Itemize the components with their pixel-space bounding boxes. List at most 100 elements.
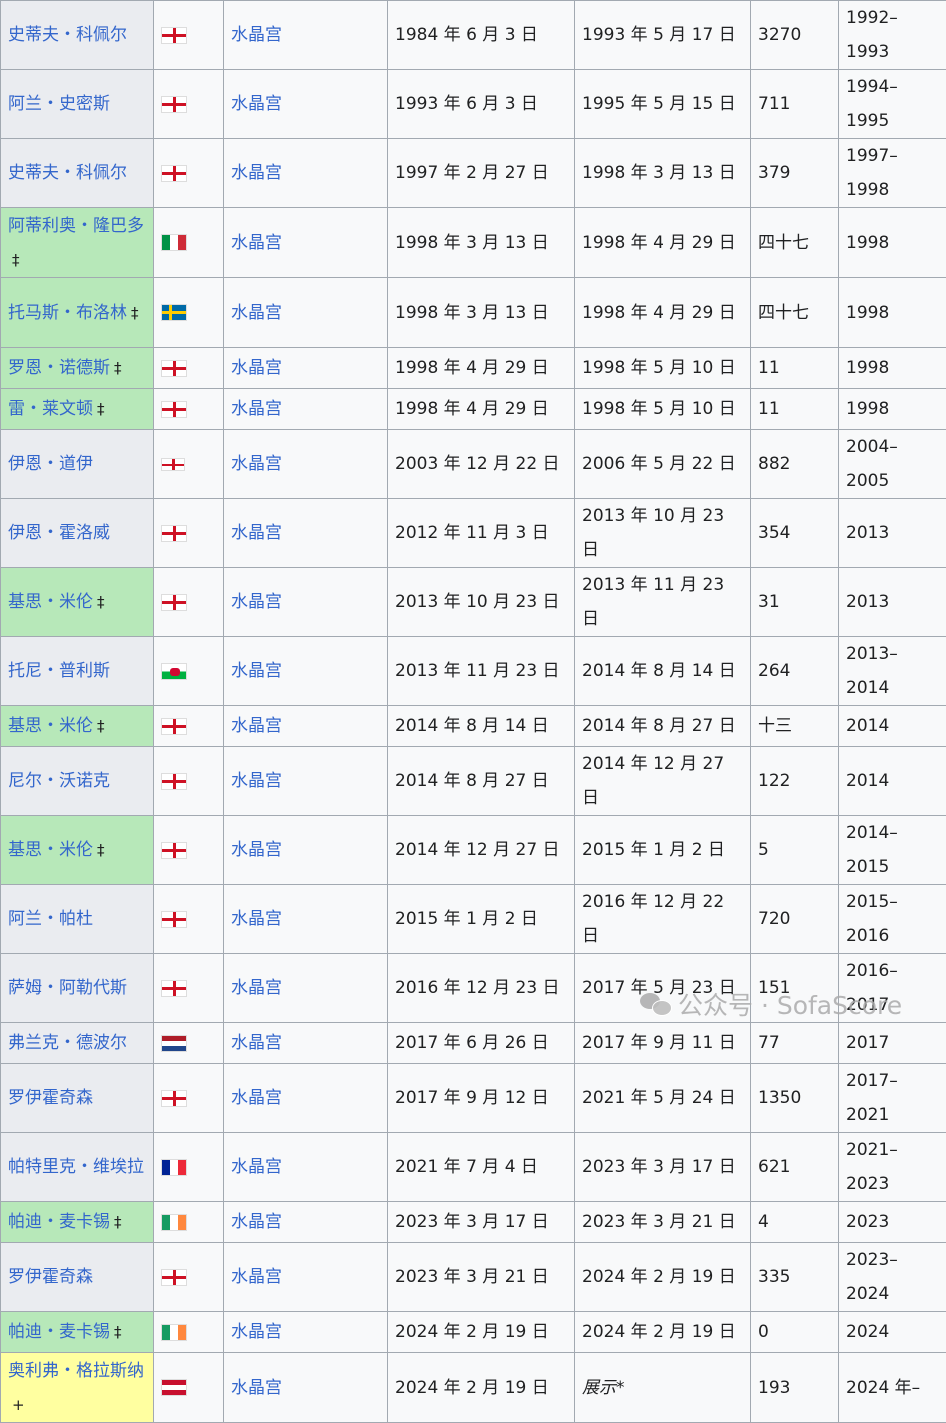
manager-link[interactable]: 阿蒂利奥・隆巴多	[8, 216, 144, 236]
manager-link[interactable]: 萨姆・阿勒代斯	[8, 978, 127, 998]
club-link[interactable]: 水晶宫	[231, 1088, 282, 1108]
club-link[interactable]: 水晶宫	[231, 94, 282, 114]
nationality-cell	[154, 1243, 224, 1312]
club-link[interactable]: 水晶宫	[231, 840, 282, 860]
nationality-cell	[154, 706, 224, 747]
club-link[interactable]: 水晶宫	[231, 1212, 282, 1232]
manager-link[interactable]: 帕特里克・维埃拉	[8, 1157, 144, 1177]
manager-link[interactable]: 雷・莱文顿	[8, 399, 93, 419]
nationality-cell	[154, 568, 224, 637]
manager-link[interactable]: 托马斯・布洛林	[8, 303, 127, 323]
club-cell: 水晶宫	[224, 139, 388, 208]
club-cell: 水晶宫	[224, 1202, 388, 1243]
club-link[interactable]: 水晶宫	[231, 1267, 282, 1287]
club-link[interactable]: 水晶宫	[231, 454, 282, 474]
club-link[interactable]: 水晶宫	[231, 163, 282, 183]
club-link[interactable]: 水晶宫	[231, 399, 282, 419]
manager-name-cell: 尼尔・沃诺克	[1, 747, 154, 816]
club-link[interactable]: 水晶宫	[231, 771, 282, 791]
nationality-cell	[154, 1133, 224, 1202]
club-cell: 水晶宫	[224, 389, 388, 430]
end-date-cell: 2006 年 5 月 22 日	[575, 430, 751, 499]
club-link[interactable]: 水晶宫	[231, 25, 282, 45]
seasons-cell: 1998	[839, 278, 946, 348]
nationality-cell	[154, 430, 224, 499]
seasons-cell: 1997–1998	[839, 139, 946, 208]
manager-link[interactable]: 罗伊霍奇森	[8, 1267, 93, 1287]
manager-link[interactable]: 史蒂夫・科佩尔	[8, 163, 127, 183]
end-date-cell: 1995 年 5 月 15 日	[575, 70, 751, 139]
table-row: 罗伊霍奇森水晶宫2017 年 9 月 12 日2021 年 5 月 24 日13…	[1, 1064, 946, 1133]
nationality-cell	[154, 816, 224, 885]
start-date-cell: 2023 年 3 月 17 日	[388, 1202, 575, 1243]
club-link[interactable]: 水晶宫	[231, 523, 282, 543]
manager-link[interactable]: 伊恩・霍洛威	[8, 523, 110, 543]
club-link[interactable]: 水晶宫	[231, 716, 282, 736]
end-date-cell: 1993 年 5 月 17 日	[575, 1, 751, 70]
manager-link[interactable]: 基思・米伦	[8, 840, 93, 860]
manager-name-cell: 帕特里克・维埃拉	[1, 1133, 154, 1202]
table-row: 帕迪・麦卡锡‡水晶宫2024 年 2 月 19 日2024 年 2 月 19 日…	[1, 1312, 946, 1353]
club-link[interactable]: 水晶宫	[231, 358, 282, 378]
manager-link[interactable]: 史蒂夫・科佩尔	[8, 25, 127, 45]
start-date-cell: 2024 年 2 月 19 日	[388, 1312, 575, 1353]
club-link[interactable]: 水晶宫	[231, 1322, 282, 1342]
manager-name-cell: 雷・莱文顿‡	[1, 389, 154, 430]
manager-name-cell: 基思・米伦‡	[1, 568, 154, 637]
seasons-cell: 1998	[839, 389, 946, 430]
manager-link[interactable]: 阿兰・史密斯	[8, 94, 110, 114]
status-mark: ‡	[97, 841, 105, 859]
england-flag-icon	[161, 980, 187, 997]
seasons-cell: 2017	[839, 1023, 946, 1064]
manager-link[interactable]: 基思・米伦	[8, 592, 93, 612]
club-link[interactable]: 水晶宫	[231, 909, 282, 929]
manager-name-cell: 弗兰克・德波尔	[1, 1023, 154, 1064]
seasons-cell: 2023	[839, 1202, 946, 1243]
manager-link[interactable]: 罗伊霍奇森	[8, 1088, 93, 1108]
nationality-cell	[154, 139, 224, 208]
table-row: 伊恩・道伊水晶宫2003 年 12 月 22 日2006 年 5 月 22 日8…	[1, 430, 946, 499]
manager-link[interactable]: 伊恩・道伊	[8, 454, 93, 474]
club-link[interactable]: 水晶宫	[231, 233, 282, 253]
club-link[interactable]: 水晶宫	[231, 1157, 282, 1177]
manager-link[interactable]: 帕迪・麦卡锡	[8, 1212, 110, 1232]
club-cell: 水晶宫	[224, 568, 388, 637]
england-flag-icon	[161, 773, 187, 790]
club-cell: 水晶宫	[224, 278, 388, 348]
club-link[interactable]: 水晶宫	[231, 1378, 282, 1398]
days-cell: 335	[751, 1243, 839, 1312]
manager-link[interactable]: 奥利弗・格拉斯纳	[8, 1361, 144, 1381]
manager-link[interactable]: 尼尔・沃诺克	[8, 771, 110, 791]
days-cell: 1350	[751, 1064, 839, 1133]
days-cell: 193	[751, 1353, 839, 1423]
end-date-cell: 2016 年 12 月 22 日	[575, 885, 751, 954]
start-date-cell: 1998 年 3 月 13 日	[388, 208, 575, 278]
club-link[interactable]: 水晶宫	[231, 1033, 282, 1053]
club-link[interactable]: 水晶宫	[231, 592, 282, 612]
manager-name-cell: 托尼・普利斯	[1, 637, 154, 706]
end-date-cell: 2023 年 3 月 21 日	[575, 1202, 751, 1243]
manager-name-cell: 阿兰・帕杜	[1, 885, 154, 954]
days-cell: 621	[751, 1133, 839, 1202]
manager-link[interactable]: 阿兰・帕杜	[8, 909, 93, 929]
club-link[interactable]: 水晶宫	[231, 303, 282, 323]
table-row: 弗兰克・德波尔水晶宫2017 年 6 月 26 日2017 年 9 月 11 日…	[1, 1023, 946, 1064]
manager-link[interactable]: 基思・米伦	[8, 716, 93, 736]
days-cell: 3270	[751, 1, 839, 70]
england-flag-icon	[161, 911, 187, 928]
club-link[interactable]: 水晶宫	[231, 978, 282, 998]
seasons-cell: 2013–2014	[839, 637, 946, 706]
manager-link[interactable]: 罗恩・诺德斯	[8, 358, 110, 378]
manager-name-cell: 基思・米伦‡	[1, 706, 154, 747]
manager-link[interactable]: 托尼・普利斯	[8, 661, 110, 681]
days-cell: 379	[751, 139, 839, 208]
england-flag-icon	[161, 27, 187, 44]
manager-link[interactable]: 帕迪・麦卡锡	[8, 1322, 110, 1342]
club-link[interactable]: 水晶宫	[231, 661, 282, 681]
manager-name-cell: 基思・米伦‡	[1, 816, 154, 885]
end-date-cell: 2014 年 8 月 27 日	[575, 706, 751, 747]
club-cell: 水晶宫	[224, 70, 388, 139]
start-date-cell: 2016 年 12 月 23 日	[388, 954, 575, 1023]
seasons-cell: 2014	[839, 747, 946, 816]
manager-link[interactable]: 弗兰克・德波尔	[8, 1033, 127, 1053]
